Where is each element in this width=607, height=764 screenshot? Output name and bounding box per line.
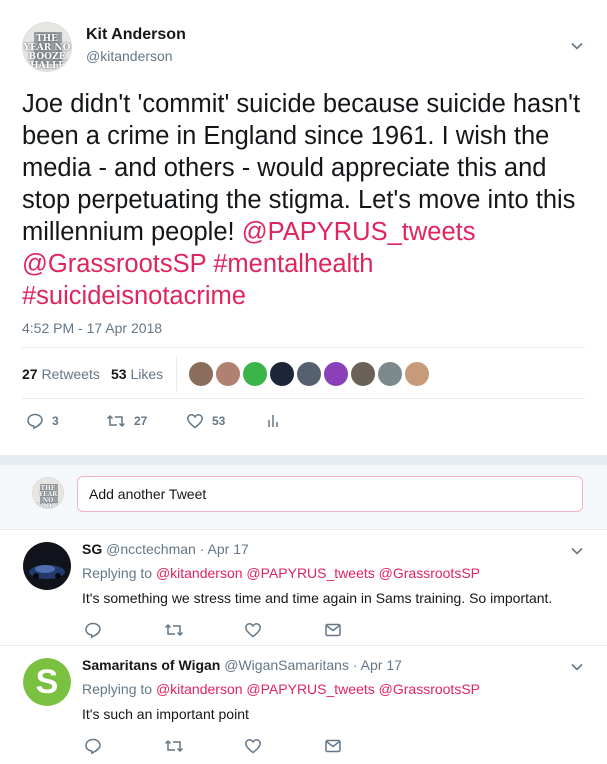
- section-gap: [0, 455, 607, 465]
- liker-avatar[interactable]: [269, 361, 295, 387]
- replying-label: Replying to: [82, 681, 153, 697]
- retweets-count: 27: [22, 366, 38, 382]
- direct-message-icon[interactable]: [324, 621, 342, 639]
- composer-avatar: THE YEAR NOBOOZECHALLENGE: [32, 477, 64, 509]
- reply-action[interactable]: 3: [26, 412, 59, 430]
- liker-avatar[interactable]: [242, 361, 268, 387]
- tweet-text: Joe didn't 'commit' suicide because suic…: [22, 88, 592, 312]
- retweet-icon[interactable]: [164, 621, 184, 639]
- retweet-count: 27: [134, 414, 148, 428]
- avatar-badge-text: THE YEAR NOBOOZECHALLENGE: [35, 485, 61, 509]
- tweet-timestamp[interactable]: 4:52 PM - 17 Apr 2018: [22, 320, 162, 336]
- liker-avatar[interactable]: [404, 361, 430, 387]
- liker-avatar[interactable]: [296, 361, 322, 387]
- retweet-icon[interactable]: [164, 737, 184, 755]
- separator: ·: [352, 657, 358, 673]
- avatar-badge-text: THE YEAR NOBOOZECHALLENGE: [23, 34, 71, 71]
- reply-icon[interactable]: [84, 737, 102, 755]
- likes-stat[interactable]: 53 Likes: [111, 366, 163, 382]
- reply-header: Samaritans of Wigan @WiganSamaritans · A…: [82, 657, 402, 673]
- retweets-label: Retweets: [41, 366, 100, 382]
- reply-icon[interactable]: [84, 621, 102, 639]
- reply-count: 3: [52, 414, 59, 428]
- reply-actions: [82, 737, 502, 755]
- mention-link[interactable]: @PAPYRUS_tweets: [242, 218, 476, 246]
- replying-to: Replying to @kitanderson @PAPYRUS_tweets…: [82, 565, 480, 581]
- heart-icon[interactable]: [244, 737, 262, 755]
- liker-avatar[interactable]: [350, 361, 376, 387]
- separator: ·: [199, 541, 205, 557]
- add-tweet-input[interactable]: Add another Tweet: [77, 476, 583, 512]
- reply-date[interactable]: Apr 17: [208, 541, 249, 557]
- retweet-icon: [106, 414, 126, 428]
- direct-message-icon[interactable]: [324, 737, 342, 755]
- reply-author-handle[interactable]: @WiganSamaritans: [224, 657, 349, 673]
- reply-avatar[interactable]: [23, 542, 71, 590]
- replying-mentions[interactable]: @kitanderson @PAPYRUS_tweets @Grassroots…: [156, 565, 480, 581]
- stat-divider: [176, 357, 177, 391]
- reply-date[interactable]: Apr 17: [361, 657, 402, 673]
- liker-avatar[interactable]: [188, 361, 214, 387]
- heart-icon[interactable]: [244, 621, 262, 639]
- author-avatar[interactable]: THE YEAR NOBOOZECHALLENGE: [22, 22, 72, 72]
- reply-header: SG @ncctechman · Apr 17: [82, 541, 249, 557]
- heart-icon: [187, 414, 203, 429]
- hashtag-link[interactable]: #suicideisnotacrime: [22, 282, 246, 310]
- reply-author-name[interactable]: Samaritans of Wigan: [82, 657, 220, 673]
- reply-actions: [82, 621, 502, 639]
- divider: [22, 347, 585, 348]
- hashtag-link[interactable]: #mentalhealth: [213, 250, 373, 278]
- analytics-icon: [268, 415, 278, 427]
- replying-label: Replying to: [82, 565, 153, 581]
- divider: [22, 398, 585, 399]
- likes-label: Likes: [130, 366, 164, 382]
- liker-avatar[interactable]: [377, 361, 403, 387]
- replying-to: Replying to @kitanderson @PAPYRUS_tweets…: [82, 681, 480, 697]
- chevron-down-icon[interactable]: [570, 544, 584, 558]
- replying-mentions[interactable]: @kitanderson @PAPYRUS_tweets @Grassroots…: [156, 681, 480, 697]
- chevron-down-icon[interactable]: [570, 660, 584, 674]
- chevron-down-icon[interactable]: [570, 39, 584, 53]
- author-handle[interactable]: @kitanderson: [86, 48, 173, 64]
- reply-text: It's such an important point: [82, 706, 249, 722]
- analytics-action[interactable]: [266, 412, 280, 430]
- liker-avatar[interactable]: [323, 361, 349, 387]
- reply-tweet[interactable]: SG @ncctechman · Apr 17 Replying to @kit…: [0, 530, 607, 645]
- like-count: 53: [212, 414, 226, 428]
- liker-avatar[interactable]: [215, 361, 241, 387]
- reply-avatar[interactable]: S: [23, 658, 71, 706]
- reply-tweet[interactable]: S Samaritans of Wigan @WiganSamaritans ·…: [0, 646, 607, 764]
- likes-count: 53: [111, 366, 127, 382]
- reply-composer: THE YEAR NOBOOZECHALLENGE Add another Tw…: [0, 465, 607, 529]
- author-name[interactable]: Kit Anderson: [86, 26, 186, 44]
- retweets-stat[interactable]: 27 Retweets: [22, 366, 100, 382]
- retweet-action[interactable]: 27: [106, 412, 147, 430]
- like-action[interactable]: 53: [186, 412, 225, 430]
- reply-icon: [27, 413, 43, 429]
- reply-text: It's something we stress time and time a…: [82, 590, 553, 606]
- mention-link[interactable]: @GrassrootsSP: [22, 250, 206, 278]
- reply-author-handle[interactable]: @ncctechman: [106, 541, 196, 557]
- main-tweet: THE YEAR NOBOOZECHALLENGE Kit Anderson @…: [0, 0, 607, 455]
- car-avatar-graphic: [23, 542, 71, 590]
- reply-author-name[interactable]: SG: [82, 541, 102, 557]
- samaritans-logo-letter: S: [35, 663, 59, 701]
